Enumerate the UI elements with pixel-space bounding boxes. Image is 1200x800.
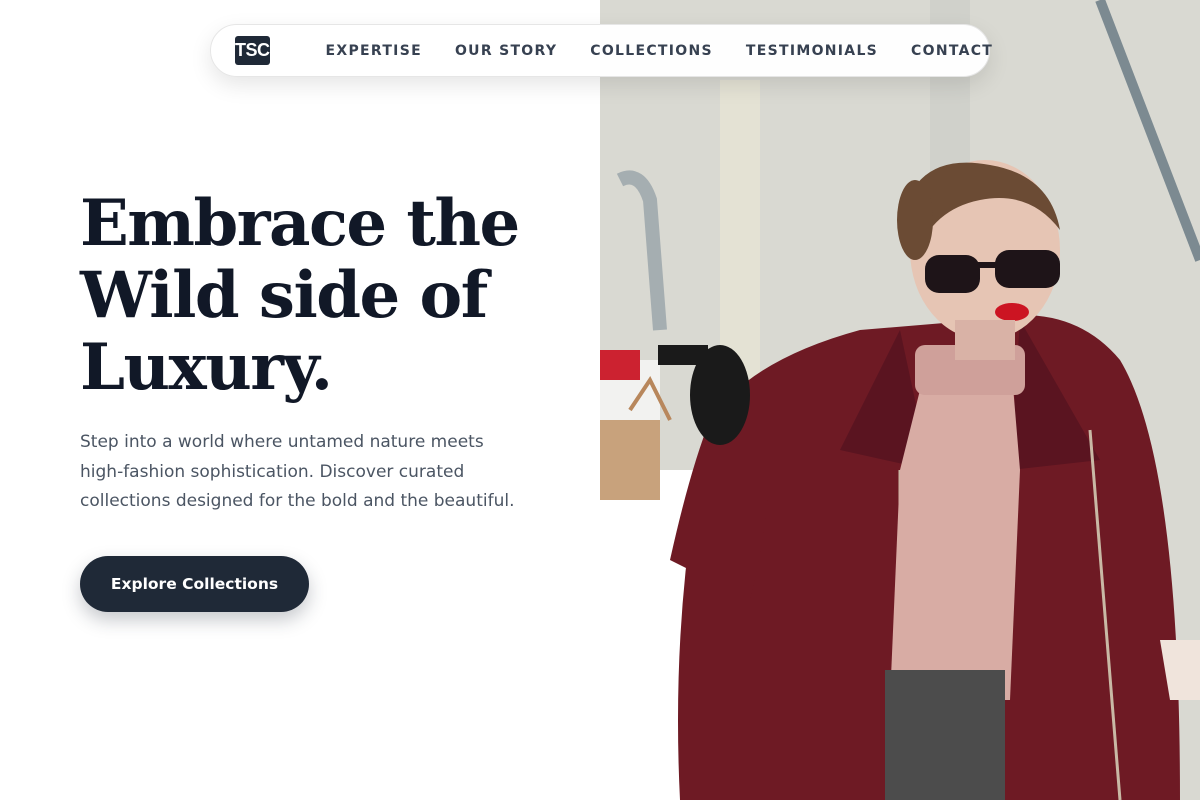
brand-logo[interactable]: TSC <box>235 36 270 65</box>
hero-image <box>600 0 1200 800</box>
nav-link-testimonials[interactable]: TESTIMONIALS <box>746 43 878 59</box>
headline-line-3: Luxury. <box>80 330 333 405</box>
hero-subtext: Step into a world where untamed nature m… <box>80 432 515 511</box>
nav-link-collections[interactable]: COLLECTIONS <box>590 43 713 59</box>
top-navigation: TSC EXPERTISE OUR STORY COLLECTIONS TEST… <box>210 24 992 77</box>
nav-link-expertise[interactable]: EXPERTISE <box>326 43 422 59</box>
hero-headline: Embrace the Wild side of Luxury. <box>80 188 580 404</box>
headline-line-1: Embrace the <box>80 186 520 261</box>
nav-links: EXPERTISE OUR STORY COLLECTIONS TESTIMON… <box>326 43 994 59</box>
landing-page: TSC EXPERTISE OUR STORY COLLECTIONS TEST… <box>0 0 1200 800</box>
explore-collections-button[interactable]: Explore Collections <box>80 556 309 612</box>
headline-line-2: Wild side of <box>80 258 488 333</box>
nav-link-our-story[interactable]: OUR STORY <box>455 43 557 59</box>
nav-link-contact[interactable]: CONTACT <box>911 43 993 59</box>
